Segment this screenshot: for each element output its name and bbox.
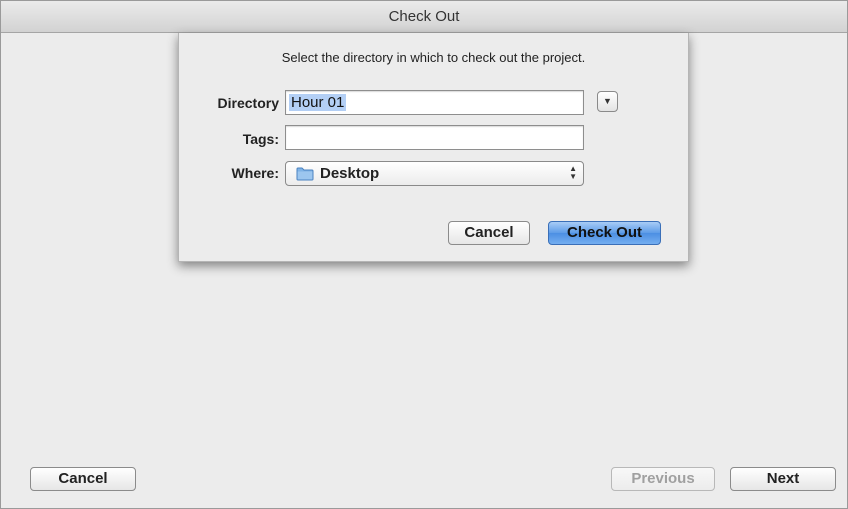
where-label: Where: xyxy=(231,165,279,181)
where-popup-value: Desktop xyxy=(320,165,380,182)
cancel-button[interactable]: Cancel xyxy=(30,467,136,491)
tags-field[interactable] xyxy=(285,125,584,150)
check-out-button[interactable]: Check Out xyxy=(548,221,661,245)
previous-button[interactable]: Previous xyxy=(611,467,715,491)
check-out-window: Check Out Select the directory in which … xyxy=(0,0,848,509)
chevron-down-icon: ▼ xyxy=(603,96,612,106)
directory-field[interactable]: Hour 01 xyxy=(285,90,584,115)
folder-icon xyxy=(296,167,314,181)
next-button[interactable]: Next xyxy=(730,467,836,491)
window-title: Check Out xyxy=(1,1,847,33)
directory-history-button[interactable]: ▼ xyxy=(597,91,618,112)
sheet-message: Select the directory in which to check o… xyxy=(281,50,586,65)
check-out-sheet: Select the directory in which to check o… xyxy=(178,33,689,262)
sheet-cancel-button[interactable]: Cancel xyxy=(448,221,530,245)
directory-label: Directory xyxy=(217,95,279,111)
directory-value: Hour 01 xyxy=(289,94,347,111)
popup-arrows-icon: ▲ ▼ xyxy=(569,164,577,181)
tags-label: Tags: xyxy=(242,131,279,147)
where-popup[interactable]: Desktop ▲ ▼ xyxy=(285,161,584,186)
